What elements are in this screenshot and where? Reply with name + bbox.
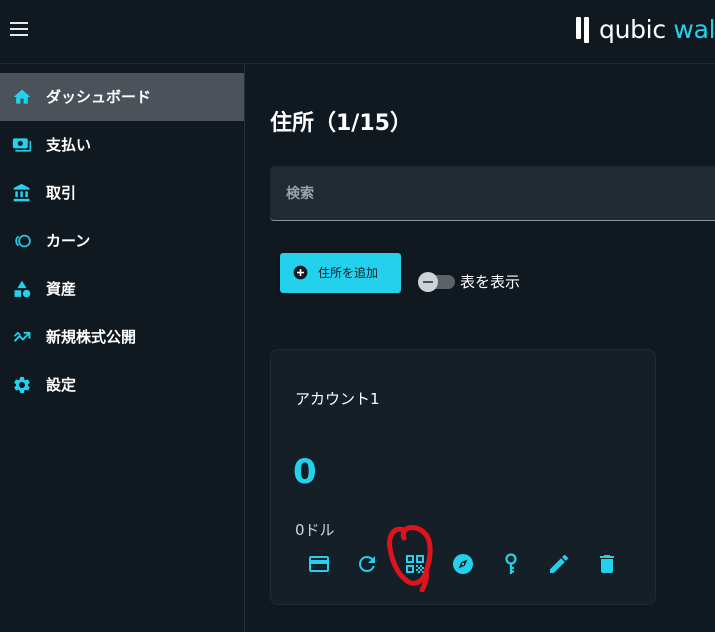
search-input[interactable]	[286, 166, 686, 221]
edit-icon[interactable]	[547, 552, 571, 576]
sidebar-item-settings[interactable]: 設定	[0, 361, 244, 409]
sidebar-item-coins[interactable]: カーン	[0, 217, 244, 265]
add-address-button[interactable]: 住所を追加	[280, 253, 401, 293]
refresh-icon[interactable]	[355, 552, 379, 576]
account-card: アカウント1 0 0ドル	[270, 349, 656, 605]
page-title: 住所（1/15）	[270, 111, 412, 136]
sidebar-item-payments[interactable]: 支払い	[0, 121, 244, 169]
hamburger-menu-icon[interactable]	[10, 22, 30, 42]
sidebar-item-transactions[interactable]: 取引	[0, 169, 244, 217]
account-name: アカウント1	[295, 390, 380, 408]
qubic-logo-icon	[576, 17, 590, 43]
home-icon	[12, 87, 32, 107]
brand-name: qubic walle	[599, 15, 715, 44]
search-box[interactable]	[270, 166, 715, 221]
add-circle-icon	[293, 265, 308, 280]
payments-icon	[12, 135, 32, 155]
sidebar: ダッシュボード 支払い 取引 カーン 資産 新規株式公開 設定	[0, 64, 245, 632]
sidebar-item-dashboard[interactable]: ダッシュボード	[0, 73, 244, 121]
account-balance: 0	[293, 452, 317, 492]
delete-icon[interactable]	[595, 552, 619, 576]
card-icon[interactable]	[307, 552, 331, 576]
assets-icon	[12, 279, 32, 299]
key-icon[interactable]	[499, 552, 523, 576]
compass-icon[interactable]	[451, 552, 475, 576]
qr-code-icon[interactable]	[403, 552, 427, 576]
show-table-toggle[interactable]	[418, 272, 456, 292]
account-actions	[307, 552, 627, 578]
ipo-icon	[12, 327, 32, 347]
coins-icon	[12, 231, 32, 251]
sidebar-item-assets[interactable]: 資産	[0, 265, 244, 313]
sidebar-item-ipo[interactable]: 新規株式公開	[0, 313, 244, 361]
top-bar: qubic walle	[0, 0, 715, 64]
show-table-label: 表を表示	[460, 273, 521, 291]
account-usd-value: 0ドル	[295, 521, 335, 539]
gear-icon	[12, 375, 32, 395]
bank-icon	[12, 183, 32, 203]
